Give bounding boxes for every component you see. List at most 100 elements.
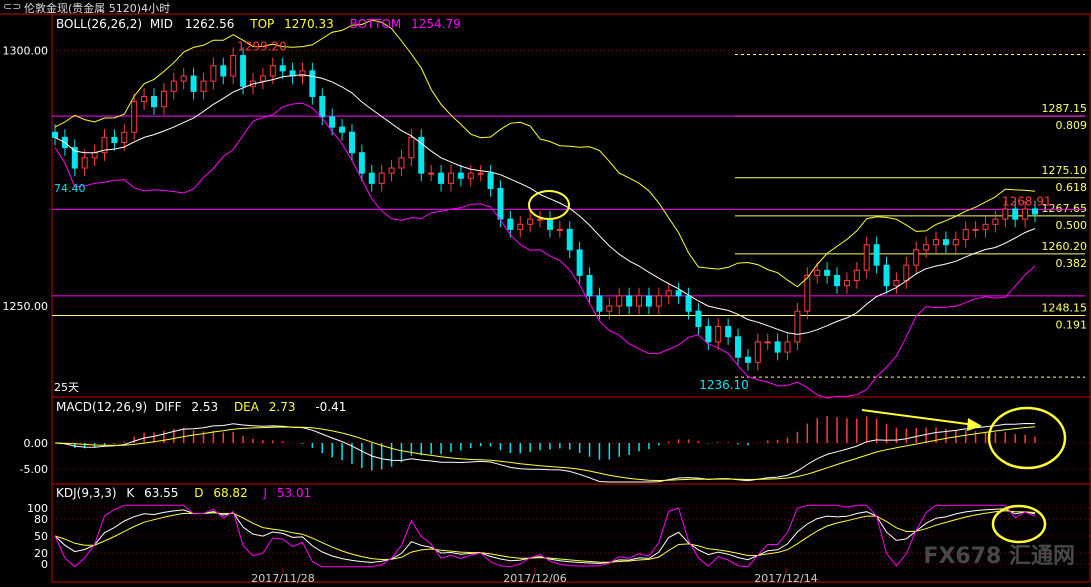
candle-body — [863, 244, 870, 271]
candle-body — [725, 326, 732, 338]
candle-body — [447, 172, 454, 184]
candle-body — [81, 157, 88, 169]
candle-body — [1032, 208, 1038, 215]
candle-body — [804, 274, 811, 312]
candle-body — [655, 295, 662, 307]
candle-body — [200, 80, 207, 92]
candle-body — [596, 295, 603, 312]
candle-body — [1022, 208, 1029, 220]
candle-body — [220, 65, 227, 77]
kdj-header: KDJ(9,3,3) K 63.55 D 68.82 J 53.01 — [56, 486, 311, 500]
chart-window: 1300.00 1250.00 1287.15 0.809 1275.10 0.618 12… — [0, 0, 1091, 587]
candle-body — [962, 228, 969, 241]
candle-body — [527, 218, 534, 225]
low-price-label: 1236.10 — [699, 378, 749, 392]
macd-diff-label: DIFF — [154, 400, 182, 414]
candle-body — [378, 172, 385, 184]
macd-indicator-label: MACD(12,26,9) — [56, 400, 148, 414]
boll-bottom-line — [54, 102, 1036, 399]
candle-body — [497, 187, 504, 220]
boll-mid-label: MID — [149, 17, 173, 31]
macd-diff-line — [54, 422, 1036, 483]
candle-body — [190, 75, 197, 92]
candle-body — [645, 295, 652, 307]
x-axis-date-label: 2017/11/28 — [251, 572, 314, 585]
candle-body — [843, 280, 850, 287]
kdj-d-label: D — [194, 486, 204, 500]
kdj-j-label: J — [263, 486, 268, 500]
candle-body — [368, 172, 375, 184]
candle-body — [507, 218, 514, 230]
candle-body — [91, 152, 98, 159]
candle-body — [626, 295, 633, 307]
candle-body — [913, 249, 920, 266]
macd-tick-label: 0.00 — [24, 437, 49, 450]
candle-body — [675, 290, 682, 297]
candle-body — [556, 228, 563, 231]
candle-body — [329, 116, 336, 128]
candle-body — [824, 269, 831, 276]
candle-body — [52, 131, 58, 138]
left-price-label: 74.40 — [54, 182, 86, 195]
annotation-circle-macd — [987, 406, 1067, 470]
candle-body — [754, 341, 761, 363]
kdj-tick-label: 50 — [34, 530, 48, 543]
kdj-k-label: K — [126, 486, 135, 500]
candle-body — [576, 249, 583, 276]
candle-body — [477, 172, 484, 175]
candle-body — [121, 131, 128, 143]
toolbar-glyph[interactable]: ⊂⊃ — [3, 0, 21, 13]
fib-ratio-label: 0.809 — [1056, 119, 1088, 132]
boll-indicator-label: BOLL(26,26,2) — [56, 17, 143, 31]
boll-bottom-label: BOTTOM — [349, 17, 402, 31]
candle-body — [141, 95, 148, 103]
fib-ratio-label: 0.500 — [1056, 219, 1088, 232]
candle-body — [606, 305, 613, 312]
fib-price-label: 1287.15 — [1042, 102, 1088, 115]
candle-body — [636, 295, 643, 307]
macd-tick-label: -5.00 — [20, 463, 48, 476]
candle-body — [992, 218, 999, 225]
candle-body — [873, 244, 880, 266]
candle-body — [467, 172, 474, 179]
watermark-logo: FX678 汇通网 — [923, 544, 1075, 569]
candle-body — [794, 310, 801, 343]
fib-price-label: 1248.15 — [1042, 302, 1088, 315]
candle-body — [457, 172, 464, 179]
candle-body — [923, 244, 930, 251]
annotation-arrow-head — [967, 418, 982, 431]
kdj-d-value: 68.82 — [213, 486, 248, 500]
fib-ratio-label: 0.618 — [1056, 181, 1088, 194]
fib-price-label: 1260.20 — [1042, 240, 1088, 253]
candle-body — [398, 157, 405, 169]
candle-body — [1002, 208, 1009, 220]
candle-body — [348, 131, 355, 154]
x-axis-date-label: 2017/12/14 — [754, 572, 817, 585]
candle-body — [279, 65, 286, 72]
kdj-indicator-label: KDJ(9,3,3) — [56, 486, 117, 500]
recent-high-label: 1268.91 — [1002, 194, 1052, 208]
candle-body — [774, 341, 781, 353]
candle-body — [131, 101, 138, 133]
candle-body — [319, 95, 326, 118]
candle-body — [358, 152, 365, 174]
candle-body — [388, 167, 395, 174]
x-axis-date-label: 2017/12/06 — [503, 572, 566, 585]
candle-body — [546, 218, 553, 230]
candle-body — [586, 274, 593, 297]
candle-body — [952, 239, 959, 246]
candle-body — [715, 326, 722, 343]
candle-body — [705, 326, 712, 343]
candle-body — [180, 75, 187, 82]
candle-body — [111, 136, 118, 143]
candle-body — [685, 295, 692, 312]
candle-body — [170, 80, 177, 92]
candle-body — [408, 136, 415, 159]
candle-body — [972, 228, 979, 231]
macd-value: -0.41 — [315, 400, 347, 414]
candle-body — [240, 55, 247, 87]
candle-body — [933, 239, 940, 246]
boll-top-line — [54, 19, 1036, 288]
candle-body — [814, 269, 821, 276]
window-title: 伦敦金现(贵金属 5120)4小时 — [24, 2, 171, 15]
